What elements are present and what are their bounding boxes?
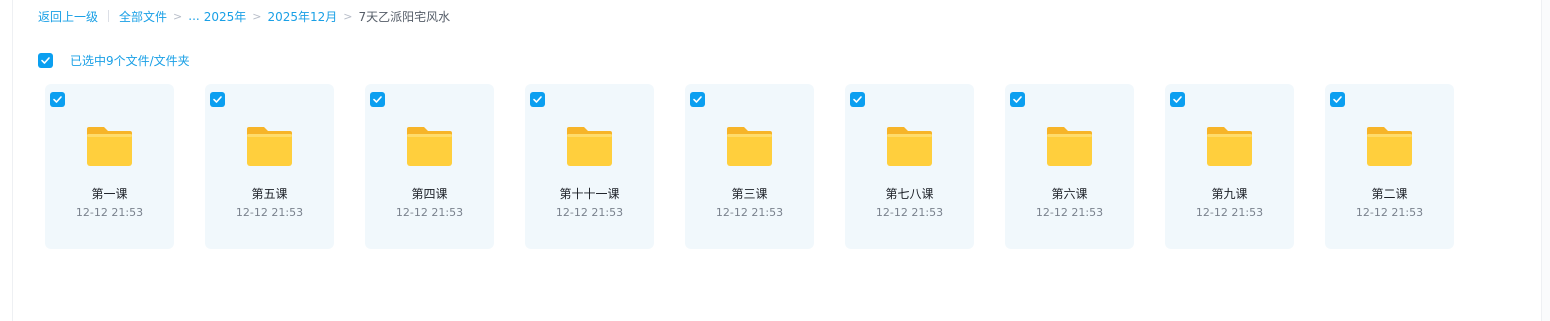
folder-icon — [887, 127, 932, 166]
folder-modified-time: 12-12 21:53 — [875, 206, 944, 219]
breadcrumb-month[interactable]: 2025年12月 — [267, 8, 337, 25]
breadcrumb: 返回上一级 全部文件 > ... 2025年 > 2025年12月 > 7天乙派… — [38, 7, 450, 25]
check-icon — [213, 96, 222, 103]
folder-card[interactable]: 第五课 12-12 21:53 — [205, 84, 334, 249]
check-icon — [41, 56, 50, 64]
folder-card[interactable]: 第十十一课 12-12 21:53 — [525, 84, 654, 249]
breadcrumb-separator: > — [343, 9, 353, 23]
folder-modified-time: 12-12 21:53 — [715, 206, 784, 219]
breadcrumb-divider — [108, 10, 110, 22]
folder-icon — [727, 127, 772, 166]
check-icon — [1013, 96, 1022, 103]
folder-name: 第三课 — [731, 187, 768, 201]
folder-checkbox[interactable] — [690, 92, 705, 107]
folder-checkbox[interactable] — [1010, 92, 1025, 107]
check-icon — [1173, 96, 1182, 103]
breadcrumb-current: 7天乙派阳宅风水 — [358, 9, 451, 24]
folder-checkbox[interactable] — [210, 92, 225, 107]
folder-checkbox[interactable] — [1330, 92, 1345, 107]
right-scroll-edge[interactable] — [1541, 0, 1550, 321]
select-all-checkbox[interactable] — [38, 52, 53, 68]
folder-icon — [407, 127, 452, 166]
folder-card[interactable]: 第六课 12-12 21:53 — [1005, 84, 1134, 249]
breadcrumb-ellipsis[interactable]: ... — [188, 9, 199, 23]
folder-modified-time: 12-12 21:53 — [1035, 206, 1104, 219]
check-icon — [1333, 96, 1342, 103]
folder-name: 第六课 — [1051, 187, 1088, 201]
folder-icon — [1047, 127, 1092, 166]
folder-checkbox[interactable] — [50, 92, 65, 107]
folder-card[interactable]: 第二课 12-12 21:53 — [1325, 84, 1454, 249]
folder-icon — [567, 127, 612, 166]
back-link[interactable]: 返回上一级 — [38, 8, 98, 25]
folder-card[interactable]: 第七八课 12-12 21:53 — [845, 84, 974, 249]
folder-card[interactable]: 第九课 12-12 21:53 — [1165, 84, 1294, 249]
folder-icon — [247, 127, 292, 166]
breadcrumb-separator: > — [252, 9, 262, 23]
folder-icon — [1367, 127, 1412, 166]
folder-modified-time: 12-12 21:53 — [235, 206, 304, 219]
folder-modified-time: 12-12 21:53 — [555, 206, 624, 219]
selection-bar: 已选中9个文件/文件夹 — [38, 51, 190, 69]
check-icon — [53, 96, 62, 103]
folder-card[interactable]: 第三课 12-12 21:53 — [685, 84, 814, 249]
folder-checkbox[interactable] — [850, 92, 865, 107]
folder-card[interactable]: 第一课 12-12 21:53 — [45, 84, 174, 249]
folder-name: 第一课 — [91, 187, 128, 201]
check-icon — [693, 96, 702, 103]
left-divider — [12, 0, 13, 321]
check-icon — [373, 96, 382, 103]
folder-checkbox[interactable] — [1170, 92, 1185, 107]
folder-name: 第九课 — [1211, 187, 1248, 201]
breadcrumb-year[interactable]: 2025年 — [204, 8, 247, 25]
folder-modified-time: 12-12 21:53 — [395, 206, 464, 219]
folder-modified-time: 12-12 21:53 — [1195, 206, 1264, 219]
folder-modified-time: 12-12 21:53 — [1355, 206, 1424, 219]
folder-icon — [1207, 127, 1252, 166]
folder-name: 第二课 — [1371, 187, 1408, 201]
folder-icon — [87, 127, 132, 166]
folder-name: 第四课 — [411, 187, 448, 201]
folder-checkbox[interactable] — [530, 92, 545, 107]
check-icon — [533, 96, 542, 103]
folder-name: 第七八课 — [885, 187, 934, 201]
selection-count-label: 已选中9个文件/文件夹 — [70, 53, 190, 68]
folder-checkbox[interactable] — [370, 92, 385, 107]
breadcrumb-root[interactable]: 全部文件 — [119, 8, 167, 25]
breadcrumb-separator: > — [173, 9, 183, 23]
folder-name: 第十十一课 — [559, 187, 620, 201]
folder-modified-time: 12-12 21:53 — [75, 206, 144, 219]
folder-card[interactable]: 第四课 12-12 21:53 — [365, 84, 494, 249]
check-icon — [853, 96, 862, 103]
folder-name: 第五课 — [251, 187, 288, 201]
